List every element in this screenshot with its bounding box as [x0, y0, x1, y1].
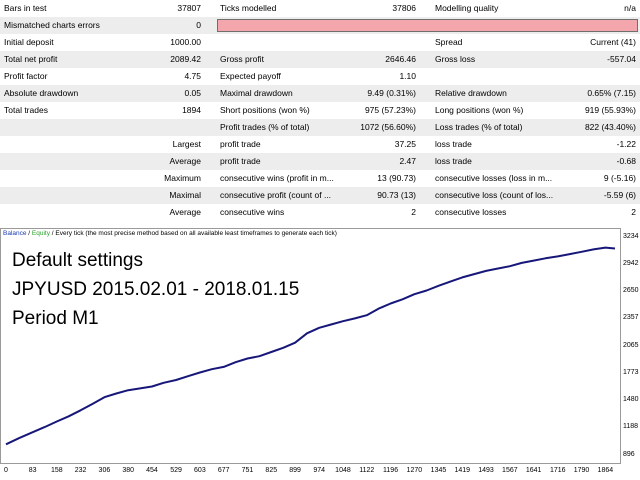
x-tick-label: 529 — [170, 467, 182, 474]
y-tick-label: 896 — [623, 450, 635, 458]
x-tick-label: 1641 — [525, 467, 542, 474]
x-tick-label: 454 — [146, 467, 158, 474]
x-tick-label: 380 — [122, 467, 135, 474]
x-tick-label: 232 — [74, 467, 87, 474]
report-value-a: 0 — [196, 20, 201, 30]
x-tick-label: 677 — [217, 467, 230, 474]
report-value-b: 2646.46 — [385, 54, 416, 64]
report-value-c: -1.22 — [616, 139, 636, 149]
report-row: Average profit trade 2.47 loss trade -0.68 — [0, 153, 640, 170]
modelling-quality-bar — [217, 19, 638, 32]
y-tick-label: 2065 — [623, 341, 639, 349]
x-tick-label: 751 — [241, 467, 254, 474]
legend-balance[interactable]: Balance — [3, 230, 27, 237]
y-tick-label: 1480 — [623, 396, 639, 403]
x-tick-label: 0 — [4, 467, 8, 474]
report-value-b: 2.47 — [399, 156, 416, 166]
report-value-a: 0.05 — [184, 88, 201, 98]
report-row: Total net profit 2089.42 Gross profit 2646.… — [0, 51, 640, 68]
report-value-c: 9 (-5.16) — [603, 173, 636, 183]
report-value-a: 2089.42 — [170, 54, 201, 64]
report-row: Maximal consecutive profit (count of ... 9… — [0, 187, 640, 204]
y-tick-label: 2357 — [623, 314, 639, 322]
chart-legend: Balance / Equity / Every tick (the most … — [3, 230, 337, 237]
report-value-b: 975 (57.23%) — [364, 105, 416, 115]
report-value-a: Largest — [172, 139, 201, 149]
report-row: Bars in test 37807 Ticks modelled 37806 Mode… — [0, 0, 640, 17]
overlay-period-text: Period M1 — [12, 308, 99, 329]
report-row: Initial deposit 1000.00 Spread Current (41) — [0, 34, 640, 51]
report-value-b: 9.49 (0.31%) — [367, 88, 416, 98]
x-tick-label: 83 — [28, 467, 37, 474]
overlay-settings-text: Default settings — [12, 250, 143, 271]
x-tick-label: 1567 — [502, 467, 518, 474]
y-tick-label: 1773 — [623, 368, 639, 376]
legend-equity[interactable]: Equity — [32, 230, 50, 237]
x-tick-label: 1270 — [406, 467, 423, 474]
report-value-c: 0.65% (7.15) — [587, 88, 636, 98]
report-value-a: Average — [169, 156, 201, 166]
x-tick-label: 1716 — [549, 467, 566, 474]
report-row: Profit trades (% of total) 1072 (56.60%) L… — [0, 119, 640, 136]
report-value-c: -557.04 — [607, 54, 636, 64]
report-value-a: Maximal — [169, 190, 201, 200]
x-tick-label: 825 — [265, 467, 278, 474]
report-value-b: 37806 — [392, 3, 416, 13]
report-value-c: 822 (43.40%) — [584, 122, 636, 132]
report-value-b: 13 (90.73) — [377, 173, 416, 183]
x-tick-label: 1419 — [454, 467, 471, 474]
report-value-a: Average — [169, 207, 201, 217]
y-tick-label: 2942 — [623, 259, 639, 267]
x-tick-label: 1790 — [573, 467, 590, 474]
y-tick-label: 3234 — [623, 232, 639, 240]
report-value-a: 1894 — [182, 105, 201, 115]
x-tick-label: 1122 — [359, 467, 375, 474]
report-row: Profit factor 4.75 Expected payoff 1.10 — [0, 68, 640, 85]
legend-modelling-text: / Every tick (the most precise method ba… — [50, 230, 337, 237]
overlay-symbol-dates-text: JPYUSD 2015.02.01 - 2018.01.15 — [12, 279, 300, 300]
report-value-c: -5.59 (6) — [603, 190, 636, 200]
report-value-a: Maximum — [164, 173, 201, 183]
x-tick-label: 603 — [194, 467, 206, 474]
report-value-a: 1000.00 — [170, 37, 201, 47]
report-value-c: -0.68 — [616, 156, 636, 166]
x-tick-label: 1345 — [430, 467, 447, 474]
x-tick-label: 1493 — [478, 467, 494, 474]
report-value-a: 37807 — [177, 3, 201, 13]
report-value-b: 1072 (56.60%) — [360, 122, 416, 132]
x-tick-label: 306 — [98, 467, 111, 474]
report-value-a: 4.75 — [184, 71, 201, 81]
report-value-b: 2 — [411, 207, 416, 217]
x-tick-label: 158 — [50, 467, 63, 474]
x-tick-label: 974 — [313, 467, 326, 474]
report-row: Absolute drawdown 0.05 Maximal drawdown 9.4… — [0, 85, 640, 102]
report-value-b: 1.10 — [399, 71, 416, 81]
report-value-c: n/a — [624, 3, 636, 13]
report-value-b: 90.73 (13) — [377, 190, 416, 200]
report-row: Average consecutive wins 2 consecutive loss… — [0, 204, 640, 221]
backtest-report-table: Bars in test 37807 Ticks modelled 37806 Mode… — [0, 0, 640, 228]
report-value-b: 37.25 — [394, 139, 416, 149]
report-value-c: 2 — [631, 207, 636, 217]
report-row: Largest profit trade 37.25 loss trade -1.22 — [0, 136, 640, 153]
report-row: Maximum consecutive wins (profit in m... 1… — [0, 170, 640, 187]
report-value-c: 919 (55.93%) — [584, 105, 636, 115]
x-tick-label: 1864 — [597, 467, 614, 474]
x-tick-label: 899 — [289, 467, 301, 474]
x-tick-label: 1048 — [335, 467, 351, 474]
report-row: Mismatched charts errors 0 — [0, 17, 640, 34]
y-tick-label: 2650 — [623, 287, 639, 294]
report-row: Total trades 1894 Short positions (won %) 9… — [0, 102, 640, 119]
y-tick-label: 1188 — [623, 423, 639, 431]
balance-line — [5, 246, 616, 446]
report-value-c: Current (41) — [590, 37, 636, 47]
balance-chart: Balance / Equity / Every tick (the most … — [0, 228, 640, 480]
x-tick-label: 1196 — [383, 467, 399, 474]
